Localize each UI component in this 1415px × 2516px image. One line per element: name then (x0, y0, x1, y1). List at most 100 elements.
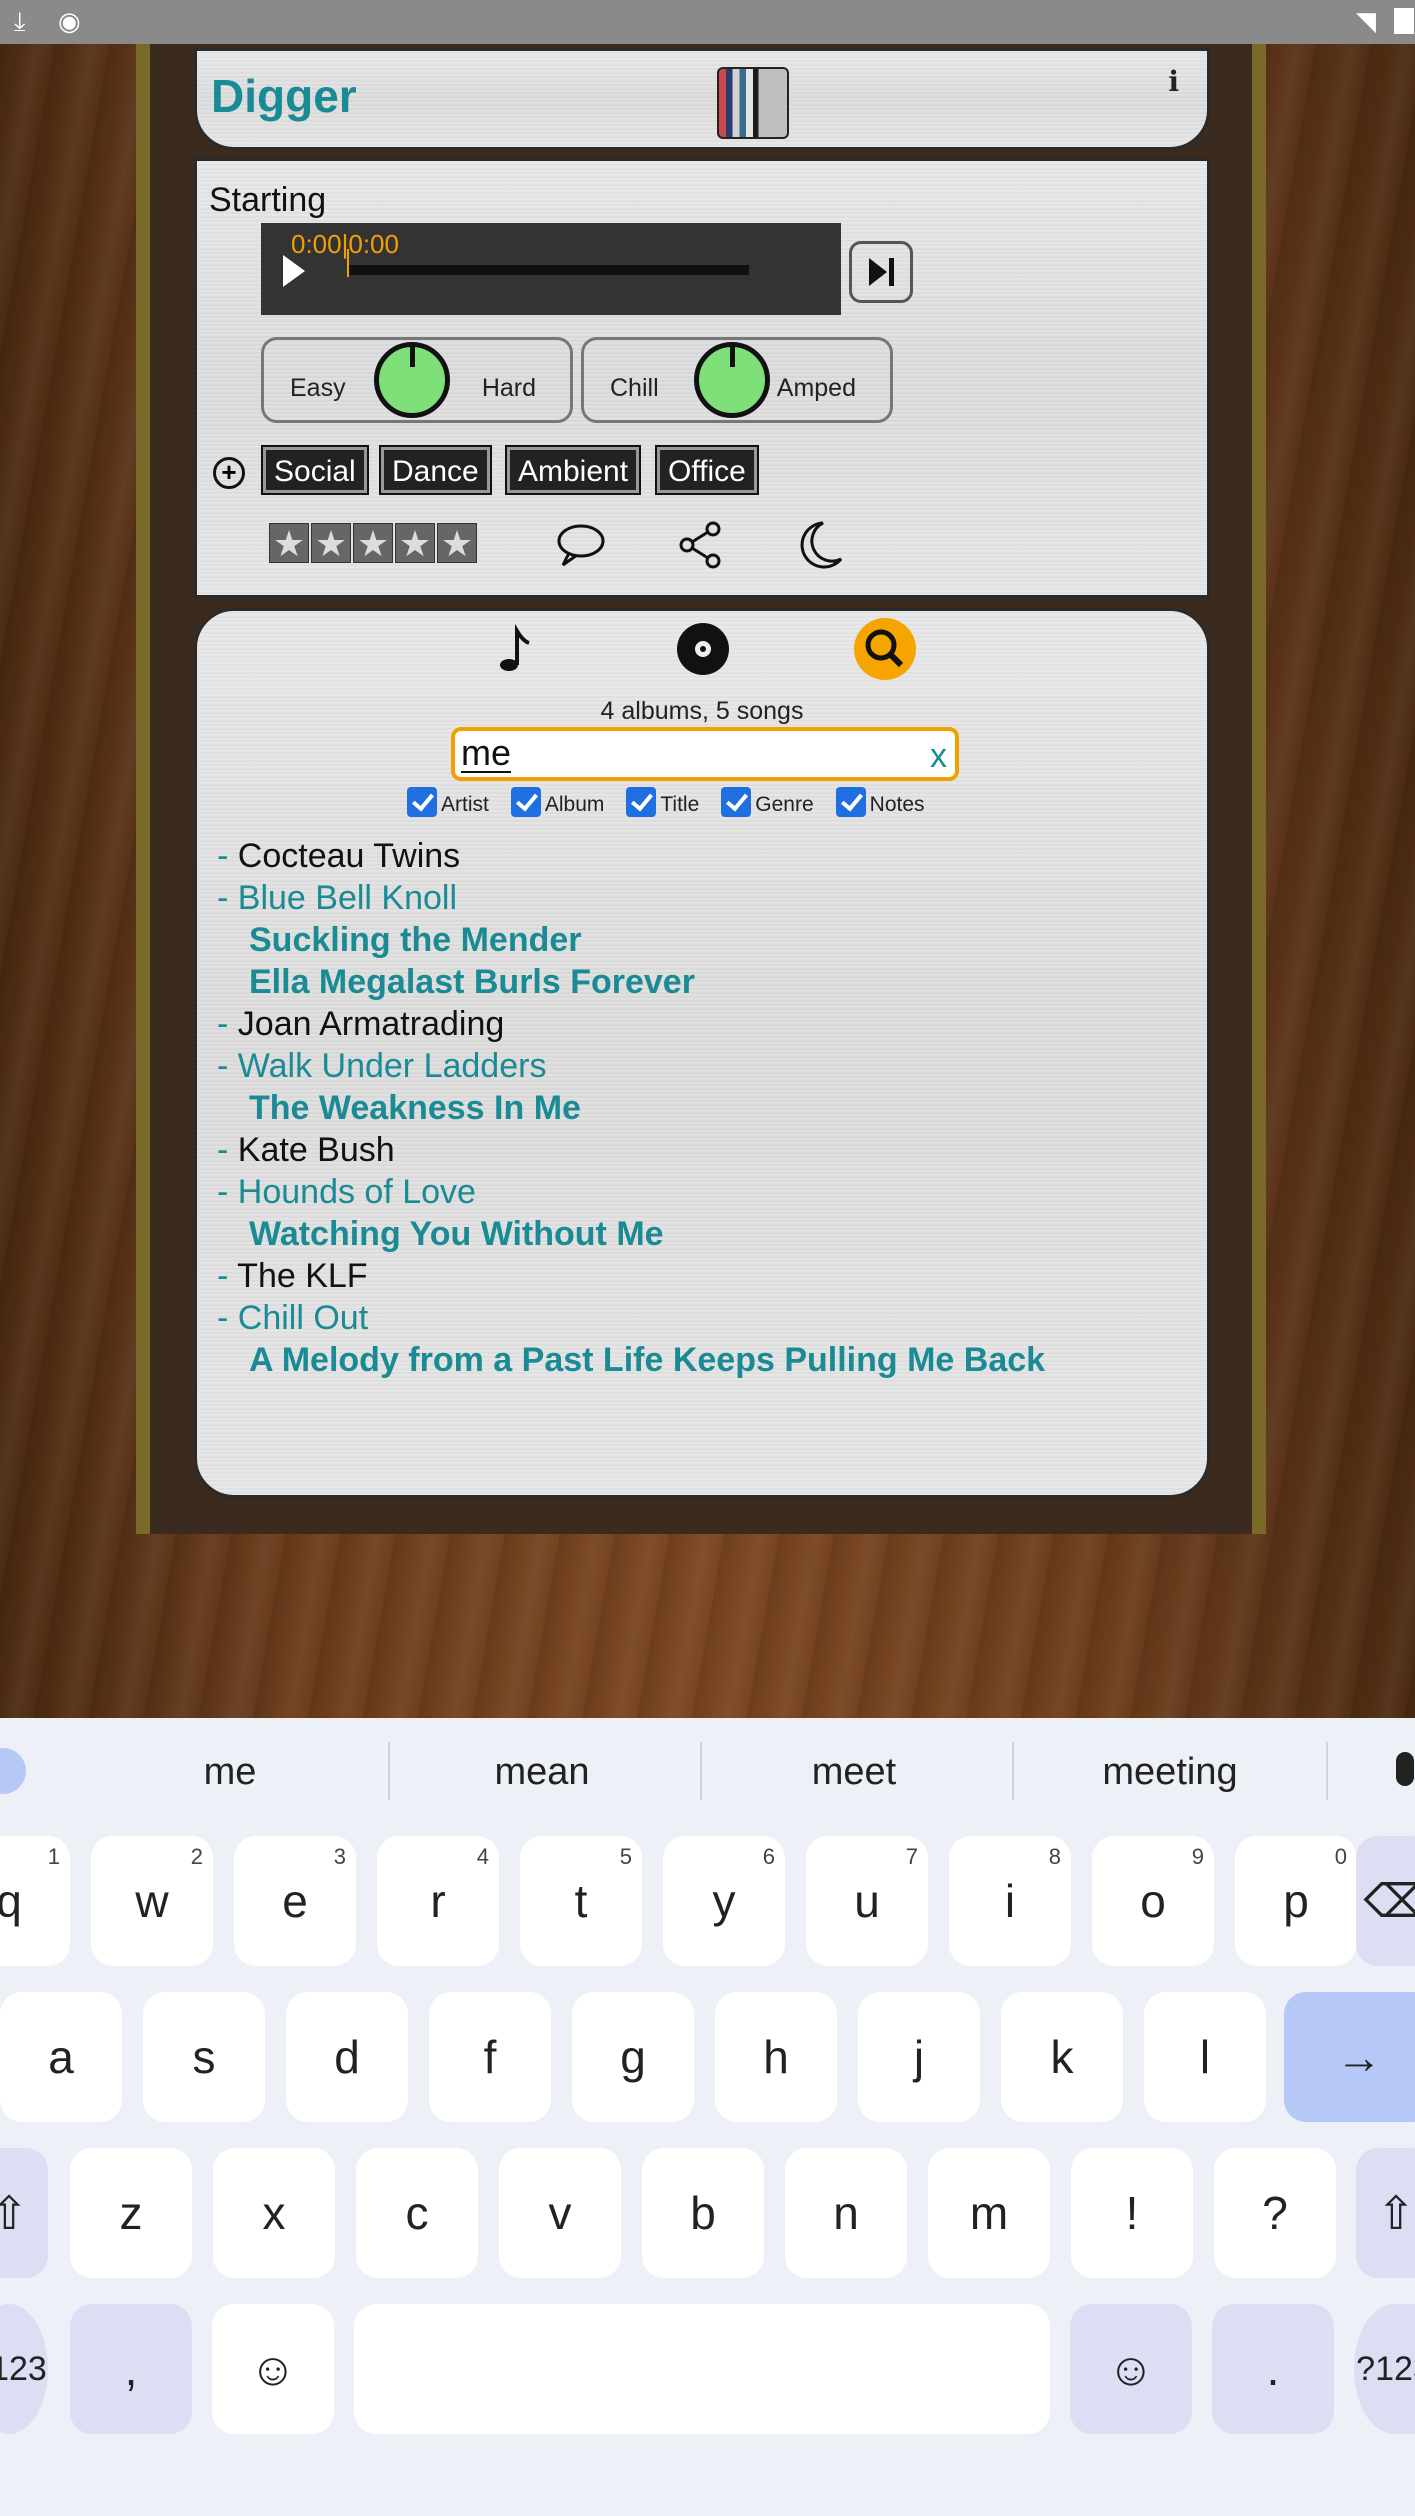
search-query[interactable]: me (461, 735, 512, 773)
search-input[interactable]: me x (451, 727, 959, 781)
checkbox-icon[interactable] (835, 787, 866, 817)
star-rating[interactable]: ★ ★ ★ ★ ★ (269, 523, 477, 564)
play-icon[interactable] (283, 255, 305, 287)
star-icon[interactable]: ★ (395, 523, 435, 564)
artist-row[interactable]: - Cocteau Twins (217, 835, 1045, 877)
album-row[interactable]: - Walk Under Ladders (217, 1045, 1045, 1087)
key-x[interactable]: x (213, 2148, 335, 2278)
star-icon[interactable]: ★ (269, 523, 309, 564)
key-j[interactable]: j (858, 1992, 980, 2122)
audio-player: 0:00|0:00 (261, 223, 841, 315)
shift-right-key[interactable]: ⇧ (1356, 2148, 1415, 2278)
key-w[interactable]: 2w (91, 1836, 213, 1966)
checkbox-icon[interactable] (626, 787, 657, 817)
symbols-left-key[interactable]: ?123 (0, 2304, 48, 2434)
emoji-key-right[interactable]: ☺ (1070, 2304, 1192, 2434)
song-row[interactable]: The Weakness In Me (217, 1087, 1045, 1129)
artist-row[interactable]: - The KLF (217, 1255, 1045, 1297)
tag-office[interactable]: Office (655, 445, 759, 495)
skip-next-button[interactable] (849, 241, 913, 303)
star-icon[interactable]: ★ (353, 523, 393, 564)
key-s[interactable]: s (143, 1992, 265, 2122)
key-c[interactable]: c (356, 2148, 478, 2278)
filter-title[interactable]: Title (626, 787, 699, 817)
key-a[interactable]: a (0, 1992, 122, 2122)
filter-notes[interactable]: Notes (835, 787, 925, 817)
key-exclamation[interactable]: ! (1071, 2148, 1193, 2278)
backspace-key[interactable]: ⌫ (1356, 1836, 1415, 1966)
song-row[interactable]: Watching You Without Me (217, 1213, 1045, 1255)
key-u[interactable]: 7u (806, 1836, 928, 1966)
space-key[interactable] (354, 2304, 1050, 2434)
key-b[interactable]: b (642, 2148, 764, 2278)
star-icon[interactable]: ★ (311, 523, 351, 564)
album-row[interactable]: - Chill Out (217, 1297, 1045, 1339)
vinyl-record-icon[interactable] (675, 621, 731, 677)
album-row[interactable]: - Blue Bell Knoll (217, 877, 1045, 919)
key-i[interactable]: 8i (949, 1836, 1071, 1966)
speech-bubble-icon[interactable] (555, 519, 607, 571)
key-k[interactable]: k (1001, 1992, 1123, 2122)
share-icon[interactable] (675, 519, 727, 571)
filter-genre[interactable]: Genre (721, 787, 814, 817)
key-d[interactable]: d (286, 1992, 408, 2122)
key-o[interactable]: 9o (1092, 1836, 1214, 1966)
filter-label: Album (544, 793, 605, 816)
comma-key[interactable]: , (70, 2304, 192, 2434)
artist-row[interactable]: - Kate Bush (217, 1129, 1045, 1171)
search-icon[interactable] (853, 617, 917, 681)
album-art-thumbnail[interactable] (717, 67, 789, 139)
key-e[interactable]: 3e (234, 1836, 356, 1966)
filter-artist[interactable]: Artist (407, 787, 489, 817)
star-icon[interactable]: ★ (437, 523, 477, 564)
key-q[interactable]: 1q (0, 1836, 70, 1966)
checkbox-icon[interactable] (407, 787, 437, 817)
key-question[interactable]: ? (1214, 2148, 1336, 2278)
energy-knob[interactable] (694, 342, 770, 418)
enter-key[interactable]: → (1284, 1992, 1415, 2122)
key-n[interactable]: n (785, 2148, 907, 2278)
symbols-key[interactable]: ?123 (1354, 2304, 1415, 2434)
info-button[interactable]: i (1168, 65, 1179, 98)
skip-next-bar (888, 258, 894, 286)
seek-bar[interactable] (347, 265, 749, 275)
add-tag-button[interactable]: + (213, 457, 245, 489)
suggestion-3[interactable]: meet (704, 1718, 1004, 1826)
shift-left-key[interactable]: ⇧ (0, 2148, 48, 2278)
key-r[interactable]: 4r (377, 1836, 499, 1966)
suggestion-2[interactable]: mean (392, 1718, 692, 1826)
period-key[interactable]: . (1212, 2304, 1334, 2434)
key-y[interactable]: 6y (663, 1836, 785, 1966)
clear-search-button[interactable]: x (930, 737, 947, 776)
album-row[interactable]: - Hounds of Love (217, 1171, 1045, 1213)
key-p[interactable]: 0p (1235, 1836, 1357, 1966)
key-v[interactable]: v (499, 2148, 621, 2278)
suggestion-4[interactable]: meeting (1016, 1718, 1324, 1826)
seek-cursor[interactable] (347, 249, 349, 277)
song-row[interactable]: Suckling the Mender (217, 919, 1045, 961)
filter-album[interactable]: Album (510, 787, 605, 817)
suggestion-1[interactable]: me (80, 1718, 380, 1826)
music-note-icon[interactable] (489, 621, 545, 677)
difficulty-knob[interactable] (374, 342, 450, 418)
song-row[interactable]: A Melody from a Past Life Keeps Pulling … (217, 1339, 1045, 1381)
key-l[interactable]: l (1144, 1992, 1266, 2122)
skip-next-icon (868, 258, 887, 286)
tag-ambient[interactable]: Ambient (504, 445, 642, 495)
tag-social[interactable]: Social (261, 445, 369, 495)
key-t[interactable]: 5t (520, 1836, 642, 1966)
key-h[interactable]: h (715, 1992, 837, 2122)
key-z[interactable]: z (70, 2148, 192, 2278)
tag-dance[interactable]: Dance (379, 445, 492, 495)
checkbox-icon[interactable] (721, 787, 752, 817)
key-g[interactable]: g (572, 1992, 694, 2122)
microphone-icon[interactable] (1396, 1752, 1414, 1786)
emoji-key[interactable]: ☺ (212, 2304, 334, 2434)
key-f[interactable]: f (429, 1992, 551, 2122)
checkbox-icon[interactable] (510, 787, 541, 817)
moon-icon[interactable] (793, 519, 845, 571)
artist-row[interactable]: - Joan Armatrading (217, 1003, 1045, 1045)
wifi-icon: ◥ (1356, 6, 1376, 36)
key-m[interactable]: m (928, 2148, 1050, 2278)
song-row[interactable]: Ella Megalast Burls Forever (217, 961, 1045, 1003)
